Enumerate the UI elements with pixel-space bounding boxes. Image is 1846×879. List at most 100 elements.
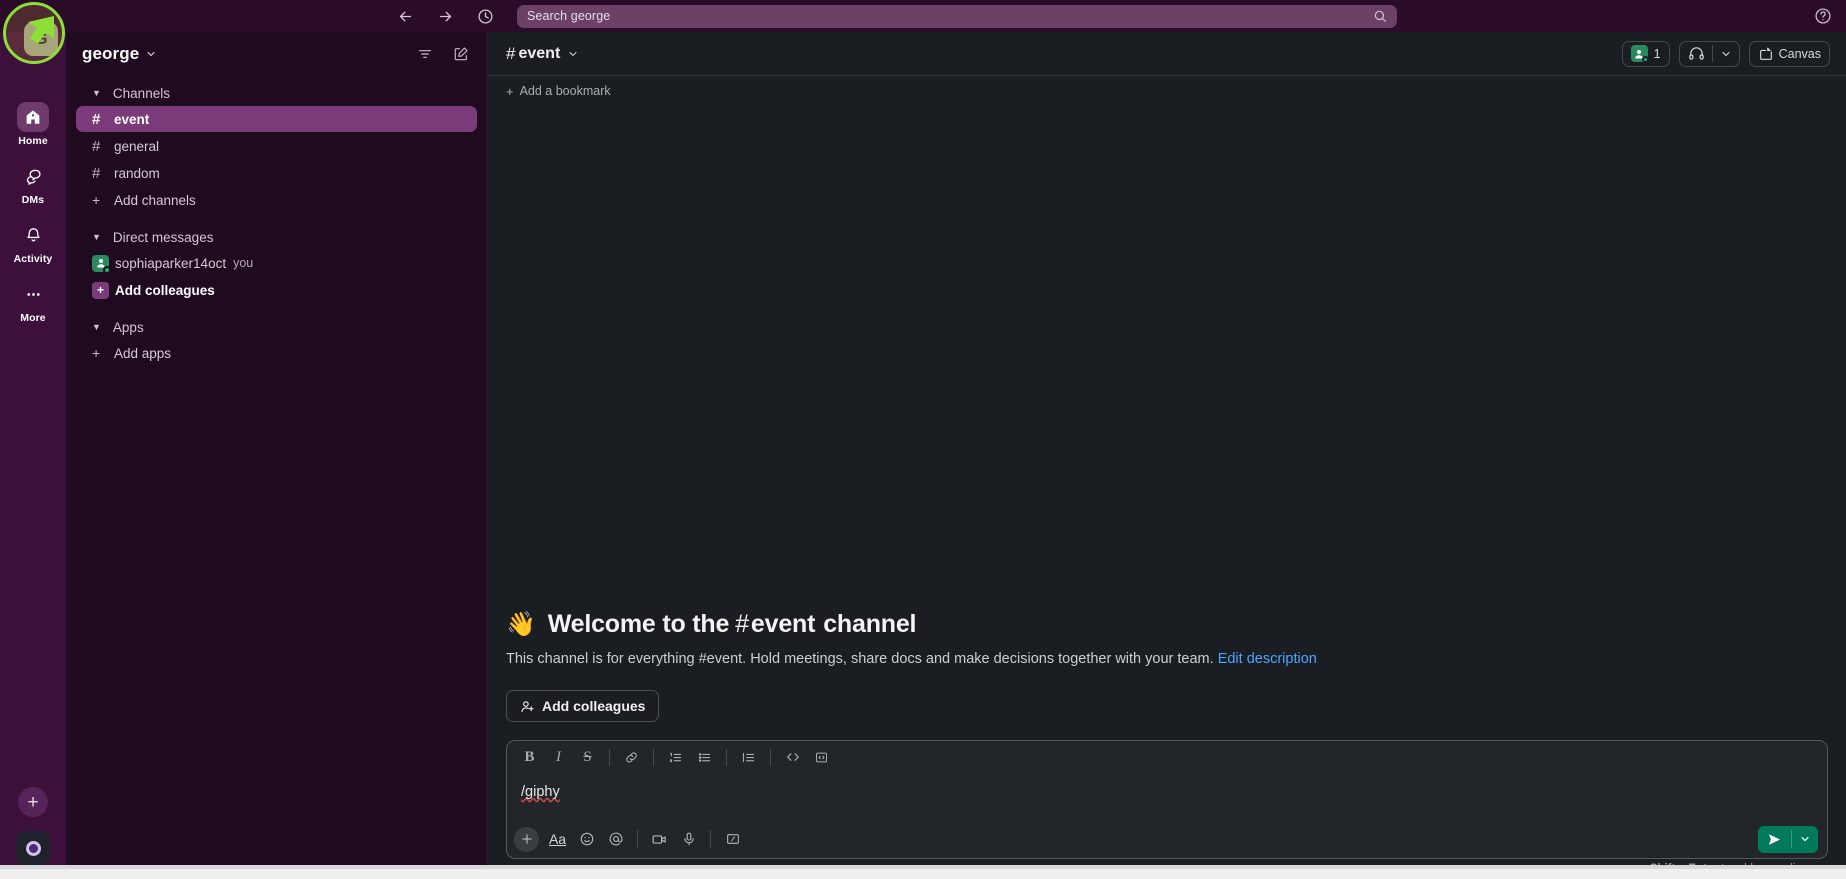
blockquote-button[interactable] (735, 745, 762, 770)
mic-button[interactable] (674, 826, 703, 853)
welcome-title-prefix: Welcome to the (547, 609, 730, 638)
add-colleagues-label: Add colleagues (542, 698, 646, 714)
rail-item-more[interactable]: More (4, 279, 62, 324)
members-button[interactable]: 1 (1621, 40, 1670, 67)
section-header-apps[interactable]: ▼ Apps (76, 314, 477, 340)
avatar[interactable] (16, 831, 50, 865)
formatting-button[interactable]: Aa (543, 826, 572, 853)
avatar-dot (25, 840, 41, 856)
strikethrough-button[interactable]: S (574, 745, 601, 770)
you-badge: you (233, 256, 254, 270)
section-label-apps: Apps (112, 319, 144, 335)
wave-emoji-icon: 👋 (506, 610, 536, 638)
app-body: Home DMs Activity More + george ▼ Channe… (0, 32, 1846, 879)
rail-label-more: More (20, 312, 46, 324)
message-input[interactable]: /giphy (507, 774, 1827, 820)
section-header-channels[interactable]: ▼ Channels (76, 80, 477, 106)
sidebar-item-dm-sophiaparker14oct[interactable]: sophiaparker14oct you (76, 250, 477, 276)
add-colleagues-button[interactable]: Add colleagues (506, 690, 660, 722)
arrow-right-icon[interactable] (435, 6, 455, 26)
hash-icon: # (92, 164, 101, 182)
headphones-icon (1688, 45, 1705, 62)
sidebar-nav: ▼ Channels # event # general # random + (66, 76, 487, 879)
italic-button[interactable]: I (545, 745, 572, 770)
channel-title[interactable]: # event (506, 44, 579, 64)
send-button-group[interactable] (1758, 825, 1818, 853)
canvas-button[interactable]: Canvas (1748, 40, 1830, 67)
message-input-value: /giphy (521, 784, 560, 800)
rail-item-home[interactable]: Home (4, 102, 62, 147)
history-nav (395, 6, 495, 26)
bulleted-list-button[interactable] (691, 745, 718, 770)
workspace-logo[interactable]: G (24, 22, 58, 56)
attach-button[interactable] (514, 826, 539, 852)
hash-icon: # (506, 43, 516, 63)
rail-item-activity[interactable]: Activity (4, 220, 62, 265)
sidebar-item-general[interactable]: # general (76, 133, 477, 159)
arrow-left-icon[interactable] (395, 6, 415, 26)
sidebar-item-random[interactable]: # random (76, 160, 477, 186)
sidebar-item-event[interactable]: # event (76, 106, 477, 132)
welcome-channel-name: event (750, 609, 816, 638)
sidebar-item-label: sophiaparker14oct (115, 255, 227, 271)
code-button[interactable] (779, 745, 806, 770)
hash-icon: # (92, 110, 101, 128)
section-header-direct-messages[interactable]: ▼ Direct messages (76, 224, 477, 250)
video-button[interactable] (645, 826, 674, 853)
message-list: 👋 Welcome to the # event channel This ch… (488, 106, 1846, 740)
add-bookmark-button[interactable]: + Add a bookmark (506, 84, 611, 99)
compose-icon[interactable] (453, 46, 469, 62)
sidebar-item-add-colleagues[interactable]: + Add colleagues (76, 277, 477, 303)
slack-app-window: Search george Home DMs Activity More + g… (0, 0, 1846, 879)
slash-command-button[interactable] (718, 826, 747, 853)
divider (609, 748, 610, 766)
bookmark-bar: + Add a bookmark (488, 76, 1846, 106)
search-placeholder: Search george (527, 9, 611, 23)
help-icon[interactable] (1814, 7, 1832, 25)
huddle-button[interactable] (1678, 40, 1740, 67)
sidebar-item-label: random (114, 165, 160, 181)
top-bar: Search george (0, 0, 1846, 32)
chevron-down-icon[interactable] (567, 48, 579, 60)
hash-icon: # (735, 609, 749, 638)
chevron-down-icon[interactable] (1720, 48, 1734, 60)
chevron-down-icon[interactable] (145, 48, 157, 60)
add-bookmark-label: Add a bookmark (519, 84, 611, 98)
plus-icon: + (92, 281, 109, 299)
filter-icon[interactable] (417, 46, 433, 62)
divider (653, 748, 654, 766)
mention-button[interactable] (601, 826, 630, 853)
taskbar-inner (0, 869, 1846, 879)
emoji-button[interactable] (572, 826, 601, 853)
caret-down-icon: ▼ (92, 231, 101, 242)
person-plus-icon (520, 699, 535, 714)
code-block-button[interactable] (808, 745, 835, 770)
send-options-chevron-down-icon[interactable] (1792, 826, 1818, 853)
channel-header: # event 1 Canvas (488, 32, 1846, 76)
new-item-button[interactable]: + (18, 787, 48, 817)
sidebar-item-add-apps[interactable]: + Add apps (76, 340, 477, 366)
search-icon (1373, 9, 1387, 23)
send-button[interactable] (1758, 826, 1791, 853)
channel-name: event (518, 44, 561, 62)
plus-icon: + (92, 192, 101, 208)
divider (710, 830, 711, 848)
edit-description-link[interactable]: Edit description (1218, 651, 1317, 667)
rail-item-dms[interactable]: DMs (4, 161, 62, 206)
section-label-direct-messages: Direct messages (112, 229, 214, 245)
channel-welcome: 👋 Welcome to the # event channel This ch… (506, 610, 1828, 728)
clock-icon[interactable] (475, 6, 495, 26)
composer-action-bar: Aa (507, 820, 1827, 858)
search-input[interactable]: Search george (517, 4, 1397, 28)
sidebar: george ▼ Channels # event # general # ra… (66, 32, 488, 879)
canvas-icon (1758, 46, 1774, 62)
plus-icon: + (506, 83, 514, 99)
workspace-name[interactable]: george (82, 44, 139, 64)
formatting-toolbar: B I S (507, 741, 1827, 774)
ordered-list-button[interactable] (662, 745, 689, 770)
divider (770, 748, 771, 766)
sidebar-item-add-channels[interactable]: + Add channels (76, 187, 477, 213)
bold-button[interactable]: B (516, 745, 543, 770)
link-button[interactable] (618, 745, 645, 770)
bell-icon (17, 220, 49, 250)
